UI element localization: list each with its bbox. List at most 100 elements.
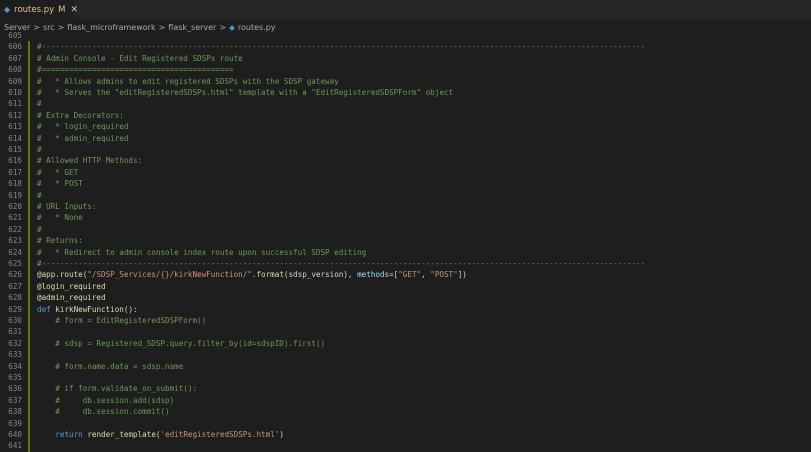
close-tab-icon[interactable]: ✕ (71, 5, 79, 15)
line-number: 624 (8, 247, 22, 257)
code-line[interactable]: 614 # * admin_required (0, 133, 811, 144)
line-code: @admin_required (37, 293, 106, 303)
line-number: 636 (8, 384, 22, 394)
line-number: 616 (8, 156, 22, 166)
code-line[interactable]: 626 @app.route("/SDSP_Services/{}/kirkNew… (0, 269, 811, 280)
code-line[interactable]: 640 return render_template('editRegister… (0, 429, 811, 440)
code-line[interactable]: 628 @admin_required (0, 292, 811, 303)
code-line[interactable]: 633 (0, 349, 811, 360)
line-number: 615 (8, 145, 22, 154)
line-number: 626 (8, 270, 22, 280)
code-line[interactable]: 622 # (0, 224, 811, 235)
line-number: 612 (8, 110, 22, 120)
code-line[interactable]: 620 # URL Inputs: (0, 201, 811, 212)
line-number: 606 (8, 42, 22, 52)
line-number: 641 (8, 441, 22, 451)
code-line[interactable]: 637 # db.session.add(sdsp) (0, 395, 811, 406)
line-number: 638 (8, 407, 22, 417)
code-line[interactable]: 612 # Extra Decorators: (0, 110, 811, 121)
line-number: 639 (8, 418, 22, 428)
code-line[interactable]: 641 (0, 440, 811, 451)
code-line[interactable]: 611 # (0, 98, 811, 109)
code-line[interactable]: 624 # * Redirect to admin console index r… (0, 247, 811, 258)
code-line[interactable]: 613 # * login_required (0, 121, 811, 132)
code-line[interactable]: 630 # form = EditRegisteredSDSPForm() (0, 315, 811, 326)
line-number: 613 (8, 122, 22, 132)
line-number: 633 (8, 350, 22, 360)
line-number: 634 (8, 361, 22, 371)
line-code: # * None (37, 213, 83, 223)
code-line[interactable]: 610 # * Serves the "editRegisteredSDSPs.h… (0, 87, 811, 98)
code-line[interactable]: 619 # (0, 190, 811, 201)
line-number: 607 (8, 53, 22, 63)
line-code: # (37, 145, 42, 154)
git-modified-gutter-bar (28, 41, 30, 452)
line-number: 627 (8, 281, 22, 291)
code-line[interactable]: 623 # Returns: (0, 235, 811, 246)
line-number: 623 (8, 236, 22, 246)
code-line[interactable]: 605 (0, 30, 811, 41)
line-number: 637 (8, 395, 22, 405)
modified-indicator: M (58, 4, 66, 15)
code-line[interactable]: 608 #====================================… (0, 64, 811, 75)
line-number: 628 (8, 293, 22, 303)
line-code: # * Redirect to admin console index rout… (37, 247, 367, 257)
code-line[interactable]: 627 @login_required (0, 281, 811, 292)
code-line[interactable]: 631 (0, 326, 811, 337)
code-line[interactable]: 621 # * None (0, 212, 811, 223)
tab-routes-py[interactable]: ◆ routes.py M ✕ (0, 0, 78, 19)
code-line[interactable]: 617 # * GET (0, 167, 811, 178)
tab-filename: routes.py (14, 4, 55, 15)
line-code: # * Allows admins to edit registered SDS… (37, 76, 339, 86)
line-code: # * admin_required (37, 133, 129, 143)
line-code: #---------------------------------------… (37, 42, 646, 52)
line-code: return render_template('editRegisteredSD… (55, 430, 284, 439)
line-code: # * Serves the "editRegisteredSDSPs.html… (37, 88, 454, 97)
line-number: 614 (8, 133, 22, 143)
line-code: def kirkNewFunction(): (37, 304, 138, 314)
code-line[interactable]: 634 # form.name.data = sdsp.name (0, 361, 811, 372)
line-number: 635 (8, 373, 22, 382)
line-code: # Admin Console - Edit Registered SDSPs … (37, 53, 243, 63)
code-line[interactable]: 632 # sdsp = Registered_SDSP.query.filte… (0, 338, 811, 349)
line-number: 640 (8, 430, 22, 439)
line-code: # * POST (37, 179, 83, 189)
line-number: 617 (8, 167, 22, 177)
code-line[interactable]: 606 #------------------------------------… (0, 41, 811, 52)
line-number: 622 (8, 224, 22, 234)
line-code: # (37, 99, 42, 109)
code-line[interactable]: 629 def kirkNewFunction(): (0, 304, 811, 315)
line-code: # form.name.data = sdsp.name (37, 361, 184, 371)
line-number: 609 (8, 76, 22, 86)
line-number: 605 (8, 31, 22, 40)
line-number: 621 (8, 213, 22, 223)
code-line[interactable]: 635 (0, 372, 811, 383)
line-number: 632 (8, 338, 22, 348)
code-line[interactable]: 607 # Admin Console - Edit Registered SDS… (0, 53, 811, 64)
code-line[interactable]: 636 # if form.validate_on_submit(): (0, 383, 811, 394)
line-number: 631 (8, 327, 22, 337)
line-code: # (37, 224, 42, 234)
code-line[interactable]: 625 #------------------------------------… (0, 258, 811, 269)
python-file-icon: ◆ (4, 5, 11, 14)
code-line[interactable]: 638 # db.session.commit() (0, 406, 811, 417)
line-code: # if form.validate_on_submit(): (37, 384, 198, 394)
code-line[interactable]: 616 # Allowed HTTP Methods: (0, 155, 811, 166)
line-number: 620 (8, 202, 22, 211)
line-code: # * login_required (37, 122, 129, 132)
line-number: 629 (8, 304, 22, 314)
line-code: # sdsp = Registered_SDSP.query.filter_by… (37, 338, 326, 348)
code-line[interactable]: 615 # (0, 144, 811, 155)
line-code: # form = EditRegisteredSDSPForm() (37, 316, 207, 325)
code-editor[interactable]: 605 606 #---------------------------------… (0, 30, 811, 452)
line-code: # db.session.add(sdsp) (37, 395, 175, 405)
line-number: 610 (8, 88, 22, 97)
line-number: 625 (8, 259, 22, 268)
code-line[interactable]: 609 # * Allows admins to edit registered … (0, 76, 811, 87)
line-number: 611 (8, 99, 22, 109)
code-line[interactable]: 618 # * POST (0, 178, 811, 189)
line-code: # Extra Decorators: (37, 110, 124, 120)
line-code: # * GET (37, 167, 79, 177)
line-number: 618 (8, 179, 22, 189)
code-line[interactable]: 639 (0, 418, 811, 429)
